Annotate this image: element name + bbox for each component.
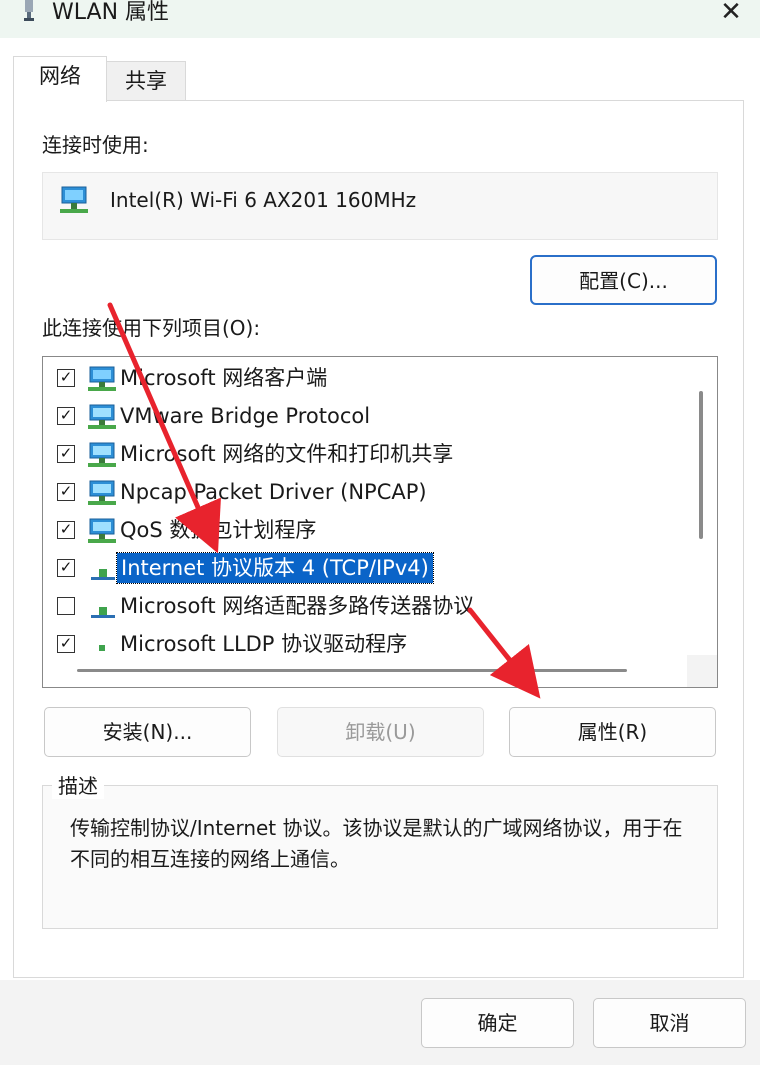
- configure-button[interactable]: 配置(C)...: [530, 255, 717, 305]
- list-item[interactable]: ✓ Microsoft LLDP 协议驱动程序: [43, 627, 693, 663]
- list-item[interactable]: Microsoft 网络适配器多路传送器协议: [43, 589, 693, 625]
- close-icon: ✕: [720, 0, 742, 27]
- list-item-selected[interactable]: ✓ Internet 协议版本 4 (TCP/IPv4): [43, 551, 693, 587]
- description-text: 传输控制协议/Internet 协议。该协议是默认的广域网络协议，用于在不同的相…: [70, 816, 683, 871]
- network-service-icon: [88, 480, 116, 505]
- protocol-icon: [91, 607, 115, 618]
- close-button[interactable]: ✕: [712, 0, 750, 28]
- list-item[interactable]: ✓ Microsoft 网络客户端: [43, 361, 693, 397]
- items-list-label: 此连接使用下列项目(O):: [42, 316, 261, 340]
- adapter-name: Intel(R) Wi-Fi 6 AX201 160MHz: [110, 188, 417, 212]
- item-checkbox[interactable]: ✓: [57, 483, 75, 501]
- network-client-icon: [88, 366, 116, 391]
- item-checkbox[interactable]: ✓: [57, 445, 75, 463]
- connect-using-label: 连接时使用:: [42, 133, 149, 157]
- tab-sharing[interactable]: 共享: [106, 61, 186, 101]
- network-service-icon: [88, 518, 116, 543]
- item-checkbox[interactable]: ✓: [57, 635, 75, 653]
- protocol-icon: [91, 569, 115, 580]
- horizontal-scrollbar[interactable]: [77, 669, 627, 672]
- item-checkbox[interactable]: ✓: [57, 369, 75, 387]
- list-item[interactable]: ✓ Microsoft 网络的文件和打印机共享: [43, 437, 693, 473]
- network-adapter-icon: [24, 0, 34, 21]
- item-label: Microsoft 网络客户端: [120, 366, 328, 390]
- item-label: Internet 协议版本 4 (TCP/IPv4): [116, 552, 434, 584]
- protocol-icon: [99, 645, 105, 651]
- item-checkbox[interactable]: ✓: [57, 559, 75, 577]
- network-service-icon: [88, 404, 116, 429]
- item-checkbox[interactable]: [57, 597, 75, 615]
- item-label: Npcap Packet Driver (NPCAP): [120, 480, 427, 504]
- list-item[interactable]: ✓ Npcap Packet Driver (NPCAP): [43, 475, 693, 511]
- tab-network[interactable]: 网络: [13, 56, 107, 102]
- window-title: WLAN 属性: [52, 0, 170, 25]
- properties-button[interactable]: 属性(R): [509, 707, 716, 757]
- list-item[interactable]: ✓ QoS 数据包计划程序: [43, 513, 693, 549]
- title-bar: WLAN 属性 ✕: [0, 0, 760, 38]
- cancel-button[interactable]: 取消: [593, 998, 746, 1048]
- wlan-properties-dialog: WLAN 属性 ✕ 网络 共享 连接时使用: Intel(R) Wi-Fi 6 …: [0, 0, 760, 1065]
- vertical-scrollbar[interactable]: [699, 391, 703, 539]
- uninstall-button[interactable]: 卸载(U): [277, 707, 484, 757]
- description-title: 描述: [52, 773, 104, 799]
- item-label: Microsoft 网络适配器多路传送器协议: [120, 594, 475, 618]
- network-adapter-icon: [60, 186, 88, 213]
- install-button[interactable]: 安装(N)...: [44, 707, 251, 757]
- item-checkbox[interactable]: ✓: [57, 407, 75, 425]
- item-label: Microsoft 网络的文件和打印机共享: [120, 442, 454, 466]
- connection-items-list[interactable]: ✓ Microsoft 网络客户端 ✓ VMware Bridge Protoc…: [42, 356, 718, 688]
- item-label: Microsoft LLDP 协议驱动程序: [120, 632, 408, 656]
- scrollbar-corner: [687, 655, 717, 687]
- network-service-icon: [88, 442, 116, 467]
- item-label: QoS 数据包计划程序: [120, 518, 317, 542]
- list-item[interactable]: ✓ VMware Bridge Protocol: [43, 399, 693, 435]
- item-checkbox[interactable]: ✓: [57, 521, 75, 539]
- item-label: VMware Bridge Protocol: [120, 404, 371, 428]
- ok-button[interactable]: 确定: [421, 998, 574, 1048]
